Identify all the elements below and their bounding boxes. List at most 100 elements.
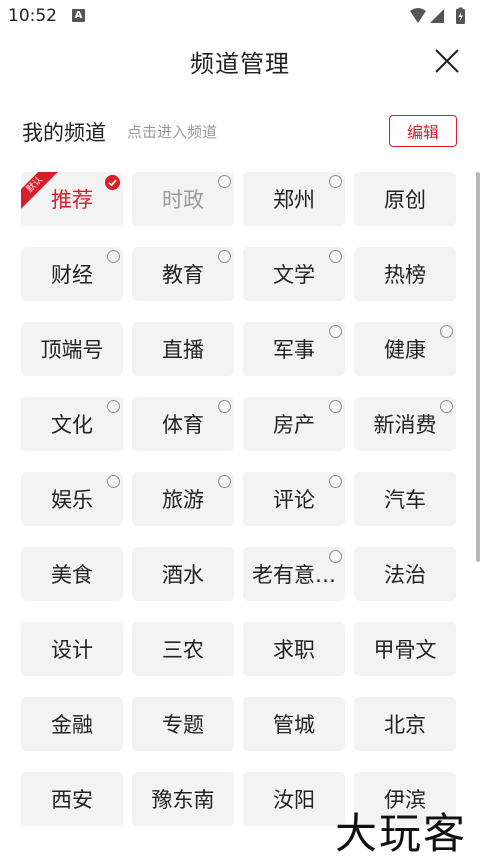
channel-tile[interactable]: 设计 — [21, 622, 123, 676]
channel-label: 金融 — [51, 713, 93, 737]
channel-label: 军事 — [273, 338, 315, 362]
channel-tile[interactable]: 体育 — [132, 397, 234, 451]
select-circle-icon[interactable] — [329, 550, 342, 563]
channel-label: 法治 — [384, 563, 426, 587]
channel-tile[interactable]: 新消费 — [354, 397, 456, 451]
channel-label: 财经 — [51, 263, 93, 287]
close-icon[interactable] — [430, 44, 464, 78]
channel-label: 酒水 — [162, 563, 204, 587]
channel-tile[interactable]: 老有意… — [243, 547, 345, 601]
select-circle-icon[interactable] — [329, 250, 342, 263]
my-channels-title: 我的频道 — [22, 121, 106, 145]
select-circle-icon[interactable] — [107, 400, 120, 413]
channel-tile[interactable]: 金融 — [21, 697, 123, 751]
channel-label: 新消费 — [373, 413, 437, 437]
channel-label: 顶端号 — [40, 338, 104, 362]
channel-tile[interactable]: 三农 — [132, 622, 234, 676]
channel-tile[interactable]: 甲骨文 — [354, 622, 456, 676]
channel-tile[interactable]: 文化 — [21, 397, 123, 451]
channel-tile[interactable]: 郑州 — [243, 172, 345, 226]
channel-label: 汝阳 — [273, 788, 315, 812]
select-circle-icon[interactable] — [218, 475, 231, 488]
select-circle-icon[interactable] — [440, 400, 453, 413]
channel-tile[interactable]: 法治 — [354, 547, 456, 601]
channel-label: 热榜 — [384, 263, 426, 287]
select-circle-icon[interactable] — [218, 250, 231, 263]
wifi-icon — [410, 8, 426, 23]
channel-tile[interactable]: 求职 — [243, 622, 345, 676]
channel-label: 时政 — [162, 188, 204, 212]
channel-label: 甲骨文 — [373, 638, 437, 662]
checkmark-icon[interactable] — [105, 175, 120, 190]
channel-tile[interactable]: 汝阳 — [243, 772, 345, 826]
channel-label: 直播 — [162, 338, 204, 362]
channel-tile[interactable]: 财经 — [21, 247, 123, 301]
channel-label: 评论 — [273, 488, 315, 512]
channel-label: 文化 — [51, 413, 93, 437]
channel-label: 西安 — [51, 788, 93, 812]
channel-label: 房产 — [273, 413, 315, 437]
channel-tile[interactable]: 文学 — [243, 247, 345, 301]
signal-icon — [430, 9, 444, 23]
select-circle-icon[interactable] — [329, 475, 342, 488]
channel-label: 三农 — [162, 638, 204, 662]
select-circle-icon[interactable] — [107, 475, 120, 488]
edit-button[interactable]: 编辑 — [389, 115, 457, 147]
channel-tile[interactable]: 原创 — [354, 172, 456, 226]
channel-tile[interactable]: 健康 — [354, 322, 456, 376]
channel-tile[interactable]: 管城 — [243, 697, 345, 751]
channel-label: 设计 — [51, 638, 93, 662]
channel-tile[interactable]: 豫东南 — [132, 772, 234, 826]
channel-label: 求职 — [273, 638, 315, 662]
channel-label: 管城 — [273, 713, 315, 737]
channel-tile[interactable]: 直播 — [132, 322, 234, 376]
channel-tile[interactable]: 军事 — [243, 322, 345, 376]
channel-tile[interactable]: 娱乐 — [21, 472, 123, 526]
channel-tile[interactable]: 评论 — [243, 472, 345, 526]
channel-tile[interactable]: 酒水 — [132, 547, 234, 601]
channel-tile[interactable]: 默认 推荐 — [21, 172, 123, 226]
channel-label: 北京 — [384, 713, 426, 737]
channel-tile[interactable]: 房产 — [243, 397, 345, 451]
select-circle-icon[interactable] — [329, 400, 342, 413]
watermark-logo: 大玩客 — [335, 809, 468, 858]
status-time: 10:52 — [8, 6, 57, 26]
channel-label: 郑州 — [273, 188, 315, 212]
channel-label: 健康 — [384, 338, 426, 362]
channel-label: 美食 — [51, 563, 93, 587]
status-bar: 10:52 A — [0, 0, 480, 34]
channel-label: 原创 — [384, 188, 426, 212]
select-circle-icon[interactable] — [329, 175, 342, 188]
channel-tile[interactable]: 顶端号 — [21, 322, 123, 376]
channel-label: 体育 — [162, 413, 204, 437]
channel-tile[interactable]: 美食 — [21, 547, 123, 601]
system-status-icons — [410, 7, 465, 24]
channel-label: 旅游 — [162, 488, 204, 512]
channel-label: 教育 — [162, 263, 204, 287]
channel-tile[interactable]: 时政 — [132, 172, 234, 226]
channel-tile[interactable]: 西安 — [21, 772, 123, 826]
channel-label: 娱乐 — [51, 488, 93, 512]
channel-hint: 点击进入频道 — [127, 123, 218, 141]
channel-label: 专题 — [162, 713, 204, 737]
select-circle-icon[interactable] — [329, 325, 342, 338]
channel-label: 汽车 — [384, 488, 426, 512]
select-circle-icon[interactable] — [218, 400, 231, 413]
channel-tile[interactable]: 专题 — [132, 697, 234, 751]
select-circle-icon[interactable] — [440, 325, 453, 338]
select-circle-icon[interactable] — [107, 250, 120, 263]
channel-label: 推荐 — [51, 188, 93, 212]
channel-tile[interactable]: 汽车 — [354, 472, 456, 526]
channel-tile[interactable]: 旅游 — [132, 472, 234, 526]
channel-label: 豫东南 — [151, 788, 215, 812]
page-title: 频道管理 — [190, 50, 290, 78]
channel-tile[interactable]: 热榜 — [354, 247, 456, 301]
channel-label: 老有意… — [252, 563, 336, 587]
channel-label: 文学 — [273, 263, 315, 287]
notification-a-icon: A — [72, 9, 85, 22]
select-circle-icon[interactable] — [218, 175, 231, 188]
channel-tile[interactable]: 北京 — [354, 697, 456, 751]
channel-grid: 默认 推荐 时政 郑州 原创财经 教育 文学 热榜顶端号 直播 军事 健康文化 体育 房产 新消费娱乐 旅游… — [21, 172, 457, 826]
scrollbar[interactable] — [476, 172, 480, 562]
channel-tile[interactable]: 教育 — [132, 247, 234, 301]
